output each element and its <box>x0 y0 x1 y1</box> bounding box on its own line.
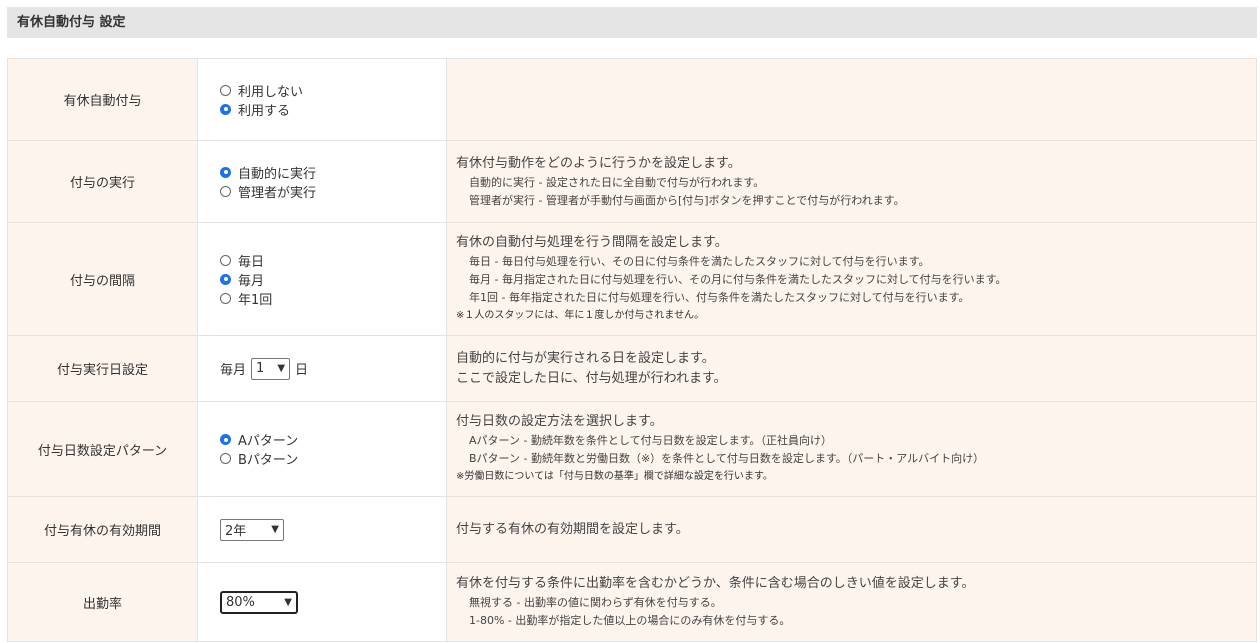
description-title: 付与日数の設定方法を選択します。 <box>456 414 663 429</box>
chevron-down-icon: ▼ <box>277 363 286 374</box>
description-title: 有休付与動作をどのように行うかを設定します。 <box>456 155 741 171</box>
radio-option-monthly[interactable]: 毎月 <box>220 270 445 289</box>
radio-label: 利用しない <box>238 84 304 100</box>
row-description: 有休付与動作をどのように行うかを設定します。 自動的に実行 - 設定された日に全… <box>446 140 1257 223</box>
attendance-control: 80% ▼ <box>197 562 447 642</box>
row-interval: 付与の間隔 毎日 毎月 年1回 有休の自動付与処理を行う間隔を設定します。 毎日… <box>7 222 1257 336</box>
description-title: 自動的に付与が実行される日を設定します。 <box>456 350 715 366</box>
row-pattern: 付与日数設定パターン Aパターン Bパターン 付与日数の設定方法を選択します。 … <box>7 401 1257 497</box>
radio-label: 年1回 <box>238 292 273 308</box>
description-line: 自動的に実行 - 設定された日に全自動で付与が行われます。 <box>469 175 765 189</box>
section-title: 有休自動付与 設定 <box>7 7 1257 38</box>
exec-day-suffix: 日 <box>295 363 309 378</box>
validity-select[interactable]: 2年 ▼ <box>220 518 284 541</box>
description-line: 年1回 - 毎年指定された日に付与処理を行い、付与条件を満たしたスタッフに対して… <box>469 291 970 304</box>
row-label: 付与実行日設定 <box>7 335 198 402</box>
description-line: Bパターン - 勤続年数と労働日数（※）を条件として付与日数を設定します。（パー… <box>469 452 985 465</box>
radio-label: Aパターン <box>238 434 299 449</box>
select-value: 2年 <box>225 524 247 539</box>
radio-option-disable[interactable]: 利用しない <box>220 81 445 100</box>
row-label: 付与有休の有効期間 <box>7 496 198 563</box>
row-label: 出勤率 <box>7 562 198 642</box>
row-attendance: 出勤率 80% ▼ 有休を付与する条件に出勤率を含むかどうか、条件に含む場合のし… <box>7 562 1257 642</box>
exec-day-select[interactable]: 1 ▼ <box>251 357 291 380</box>
radio-option-yearly[interactable]: 年1回 <box>220 289 445 308</box>
row-label: 有休自動付与 <box>7 58 198 141</box>
radio-button[interactable] <box>220 254 231 266</box>
radio-button-selected[interactable] <box>220 166 231 178</box>
auto-grant-radio-group: 利用しない 利用する <box>197 58 447 141</box>
description-note: ※労働日数については「付与日数の基準」欄で詳細な設定を行います。 <box>456 471 773 482</box>
description-line: 毎月 - 毎月指定された日に付与処理を行い、その月に付与条件を満たしたスタッフに… <box>469 273 1007 286</box>
select-value: 80% <box>226 594 255 610</box>
pattern-radio-group: Aパターン Bパターン <box>197 401 447 497</box>
row-validity: 付与有休の有効期間 2年 ▼ 付与する有休の有効期間を設定します。 <box>7 496 1257 563</box>
description-line: Aパターン - 勤続年数を条件として付与日数を設定します。（正社員向け） <box>469 434 833 447</box>
row-exec-day: 付与実行日設定 毎月 1 ▼ 日 自動的に付与が実行される日を設定します。 ここ… <box>7 335 1257 402</box>
settings-table: 有休自動付与 利用しない 利用する 付与の実行 自動的に実行 管理者が実行 有休… <box>7 58 1257 642</box>
description-title: 有休を付与する条件に出勤率を含むかどうか、条件に含む場合のしきい値を設定します。 <box>456 576 975 591</box>
radio-button-selected[interactable] <box>220 103 231 115</box>
row-auto-grant: 有休自動付与 利用しない 利用する <box>7 58 1257 141</box>
description-title: ここで設定した日に、付与処理が行われます。 <box>456 370 727 386</box>
radio-option-auto[interactable]: 自動的に実行 <box>220 163 445 182</box>
execution-radio-group: 自動的に実行 管理者が実行 <box>197 140 447 223</box>
row-execution: 付与の実行 自動的に実行 管理者が実行 有休付与動作をどのように行うかを設定しま… <box>7 140 1257 223</box>
radio-label: 毎月 <box>238 273 265 289</box>
description-line: 無視する - 出勤率の値に関わらず有休を付与する。 <box>469 596 722 609</box>
radio-label: 自動的に実行 <box>238 166 317 182</box>
radio-button[interactable] <box>220 185 231 197</box>
chevron-down-icon: ▼ <box>271 524 279 535</box>
exec-day-control: 毎月 1 ▼ 日 <box>197 335 447 402</box>
interval-radio-group: 毎日 毎月 年1回 <box>197 222 447 336</box>
row-description: 自動的に付与が実行される日を設定します。 ここで設定した日に、付与処理が行われま… <box>446 335 1257 402</box>
radio-button-selected[interactable] <box>220 273 231 285</box>
description-line: 毎日 - 毎日付与処理を行い、その日に付与条件を満たしたスタッフに対して付与を行… <box>469 255 930 268</box>
radio-label: 利用する <box>238 103 291 119</box>
radio-button[interactable] <box>220 84 231 96</box>
radio-option-admin[interactable]: 管理者が実行 <box>220 182 445 201</box>
description-title: 有休の自動付与処理を行う間隔を設定します。 <box>456 235 728 250</box>
radio-option-enable[interactable]: 利用する <box>220 100 445 119</box>
row-label: 付与日数設定パターン <box>7 401 198 497</box>
select-value: 1 <box>256 361 265 376</box>
exec-day-prefix: 毎月 <box>220 363 247 378</box>
row-description <box>446 58 1257 141</box>
validity-control: 2年 ▼ <box>197 496 447 563</box>
radio-label: 毎日 <box>238 254 265 270</box>
chevron-down-icon: ▼ <box>284 596 292 608</box>
radio-option-pattern-b[interactable]: Bパターン <box>220 449 445 468</box>
description-title: 付与する有休の有効期間を設定します。 <box>456 521 689 537</box>
radio-option-pattern-a[interactable]: Aパターン <box>220 430 445 449</box>
description-line: 管理者が実行 - 管理者が手動付与画面から[付与]ボタンを押すことで付与が行われ… <box>469 193 905 207</box>
description-note: ※１人のスタッフには、年に１度しか付与されません。 <box>456 310 705 321</box>
radio-label: 管理者が実行 <box>238 185 317 201</box>
row-description: 有休の自動付与処理を行う間隔を設定します。 毎日 - 毎日付与処理を行い、その日… <box>446 222 1257 336</box>
radio-button[interactable] <box>220 292 231 304</box>
radio-option-daily[interactable]: 毎日 <box>220 251 445 270</box>
attendance-select[interactable]: 80% ▼ <box>220 590 298 614</box>
row-description: 有休を付与する条件に出勤率を含むかどうか、条件に含む場合のしきい値を設定します。… <box>446 562 1257 642</box>
radio-button-selected[interactable] <box>220 434 231 445</box>
radio-label: Bパターン <box>238 453 299 468</box>
description-line: 1-80% - 出勤率が指定した値以上の場合にのみ有休を付与する。 <box>469 614 791 627</box>
row-description: 付与する有休の有効期間を設定します。 <box>446 496 1257 563</box>
row-description: 付与日数の設定方法を選択します。 Aパターン - 勤続年数を条件として付与日数を… <box>446 401 1257 497</box>
row-label: 付与の実行 <box>7 140 198 223</box>
radio-button[interactable] <box>220 453 231 464</box>
row-label: 付与の間隔 <box>7 222 198 336</box>
